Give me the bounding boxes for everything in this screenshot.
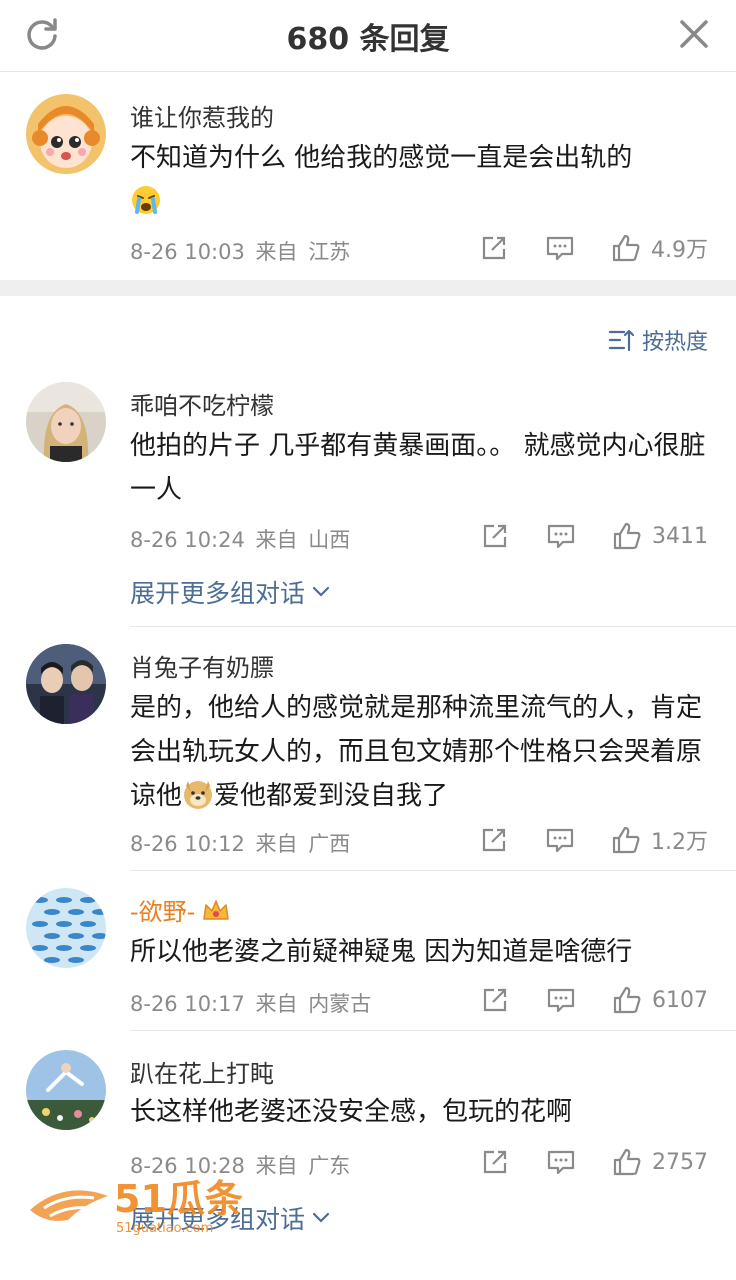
like-count: 6107 bbox=[652, 987, 708, 1013]
comment-actions: 2757 bbox=[480, 1144, 708, 1180]
like-count: 2757 bbox=[652, 1149, 708, 1175]
comment-location: 江苏 bbox=[308, 240, 351, 264]
comment-date: 8-26 10:12 bbox=[130, 832, 245, 856]
like-icon[interactable] bbox=[612, 1147, 642, 1177]
comment-text: 所以他老婆之前疑神疑鬼 因为知道是啥德行 bbox=[130, 937, 633, 967]
comment-from: 来自 bbox=[255, 992, 298, 1016]
comment-from: 来自 bbox=[255, 832, 298, 856]
share-icon[interactable] bbox=[479, 233, 509, 263]
comment-author[interactable]: 肖兔子有奶膘 bbox=[130, 648, 274, 683]
comment-text: 不知道为什么 他给我的感觉一直是会出轨的 bbox=[130, 136, 716, 224]
share-icon[interactable] bbox=[480, 985, 510, 1015]
comment-meta: 8-26 10:17 来自 内蒙古 bbox=[130, 988, 375, 1018]
comment-location: 广东 bbox=[308, 1154, 351, 1178]
sort-button[interactable]: 按热度 bbox=[608, 324, 708, 356]
crying-emoji-icon bbox=[132, 186, 160, 214]
expand-conversation-link[interactable]: 展开更多组对话 bbox=[130, 574, 331, 610]
share-icon[interactable] bbox=[479, 825, 509, 855]
comment-author[interactable]: 谁让你惹我的 bbox=[130, 98, 274, 133]
chevron-down-icon bbox=[312, 586, 330, 597]
divider bbox=[130, 870, 736, 871]
comment-icon[interactable] bbox=[546, 1147, 576, 1177]
watermark-text: 51瓜条 bbox=[114, 1177, 243, 1221]
like-icon[interactable] bbox=[612, 521, 642, 551]
section-divider bbox=[0, 280, 736, 296]
comment-icon[interactable] bbox=[545, 825, 575, 855]
author-name: -欲野- bbox=[130, 898, 196, 926]
comment-icon[interactable] bbox=[546, 521, 576, 551]
comment-actions: 1.2万 bbox=[479, 822, 708, 858]
comment-date: 8-26 10:17 bbox=[130, 992, 245, 1016]
avatar[interactable] bbox=[26, 644, 106, 724]
share-icon[interactable] bbox=[480, 1147, 510, 1177]
sort-icon bbox=[608, 329, 634, 352]
comment-icon[interactable] bbox=[545, 233, 575, 263]
comment-text-content: 爱他都爱到没自我了 bbox=[214, 781, 449, 811]
comment-icon[interactable] bbox=[546, 985, 576, 1015]
like-icon[interactable] bbox=[612, 985, 642, 1015]
avatar[interactable] bbox=[26, 1050, 106, 1130]
doge-emoji-icon bbox=[184, 781, 213, 809]
comment-text: 是的，他给人的感觉就是那种流里流气的人，肯定会出轨玩女人的，而且包文婧那个性格只… bbox=[130, 686, 716, 818]
like-icon[interactable] bbox=[611, 233, 641, 263]
comment-date: 8-26 10:03 bbox=[130, 240, 245, 264]
like-count: 3411 bbox=[652, 523, 708, 549]
page-title: 680 条回复 bbox=[286, 22, 450, 57]
header: 680 条回复 bbox=[0, 0, 736, 72]
comment-author[interactable]: 趴在花上打盹 bbox=[130, 1054, 274, 1089]
comment-from: 来自 bbox=[255, 1154, 298, 1178]
comment-text: 他拍的片子 几乎都有黄暴画面。。 就感觉内心很脏一人 bbox=[130, 431, 706, 505]
share-icon[interactable] bbox=[480, 521, 510, 551]
comment-location: 内蒙古 bbox=[308, 992, 372, 1016]
comment-actions: 4.9万 bbox=[479, 230, 708, 266]
comment-author[interactable]: 乖咱不吃柠檬 bbox=[130, 386, 274, 421]
like-count: 1.2万 bbox=[651, 830, 708, 855]
comment-location: 山西 bbox=[308, 528, 351, 552]
comment-from: 来自 bbox=[255, 528, 298, 552]
comment-actions: 3411 bbox=[480, 518, 708, 554]
expand-label: 展开更多组对话 bbox=[130, 579, 306, 608]
comment-location: 广西 bbox=[308, 832, 351, 856]
divider bbox=[130, 1030, 736, 1031]
watermark-url: 51guatiao.com bbox=[116, 1221, 213, 1236]
comment-date: 8-26 10:24 bbox=[130, 528, 245, 552]
watermark-logo: 51瓜条 51guatiao.com bbox=[30, 1177, 243, 1236]
comment-meta: 8-26 10:03 来自 江苏 bbox=[130, 236, 354, 266]
divider bbox=[130, 626, 736, 627]
sort-label: 按热度 bbox=[641, 330, 708, 355]
comment-meta: 8-26 10:12 来自 广西 bbox=[130, 828, 354, 858]
avatar[interactable] bbox=[26, 94, 106, 174]
close-icon[interactable] bbox=[674, 14, 714, 54]
comment-from: 来自 bbox=[255, 240, 298, 264]
comment-text-content: 不知道为什么 他给我的感觉一直是会出轨的 bbox=[130, 143, 633, 173]
comment-meta: 8-26 10:24 来自 山西 bbox=[130, 524, 354, 554]
comment-actions: 6107 bbox=[480, 982, 708, 1018]
comment-author[interactable]: -欲野- bbox=[130, 892, 231, 927]
chevron-down-icon bbox=[312, 1212, 330, 1223]
like-icon[interactable] bbox=[611, 825, 641, 855]
comment-text: 长这样他老婆还没安全感，包玩的花啊 bbox=[130, 1097, 573, 1127]
crown-badge-icon bbox=[203, 899, 230, 920]
avatar[interactable] bbox=[26, 382, 106, 462]
avatar[interactable] bbox=[26, 888, 106, 968]
like-count: 4.9万 bbox=[651, 238, 708, 263]
